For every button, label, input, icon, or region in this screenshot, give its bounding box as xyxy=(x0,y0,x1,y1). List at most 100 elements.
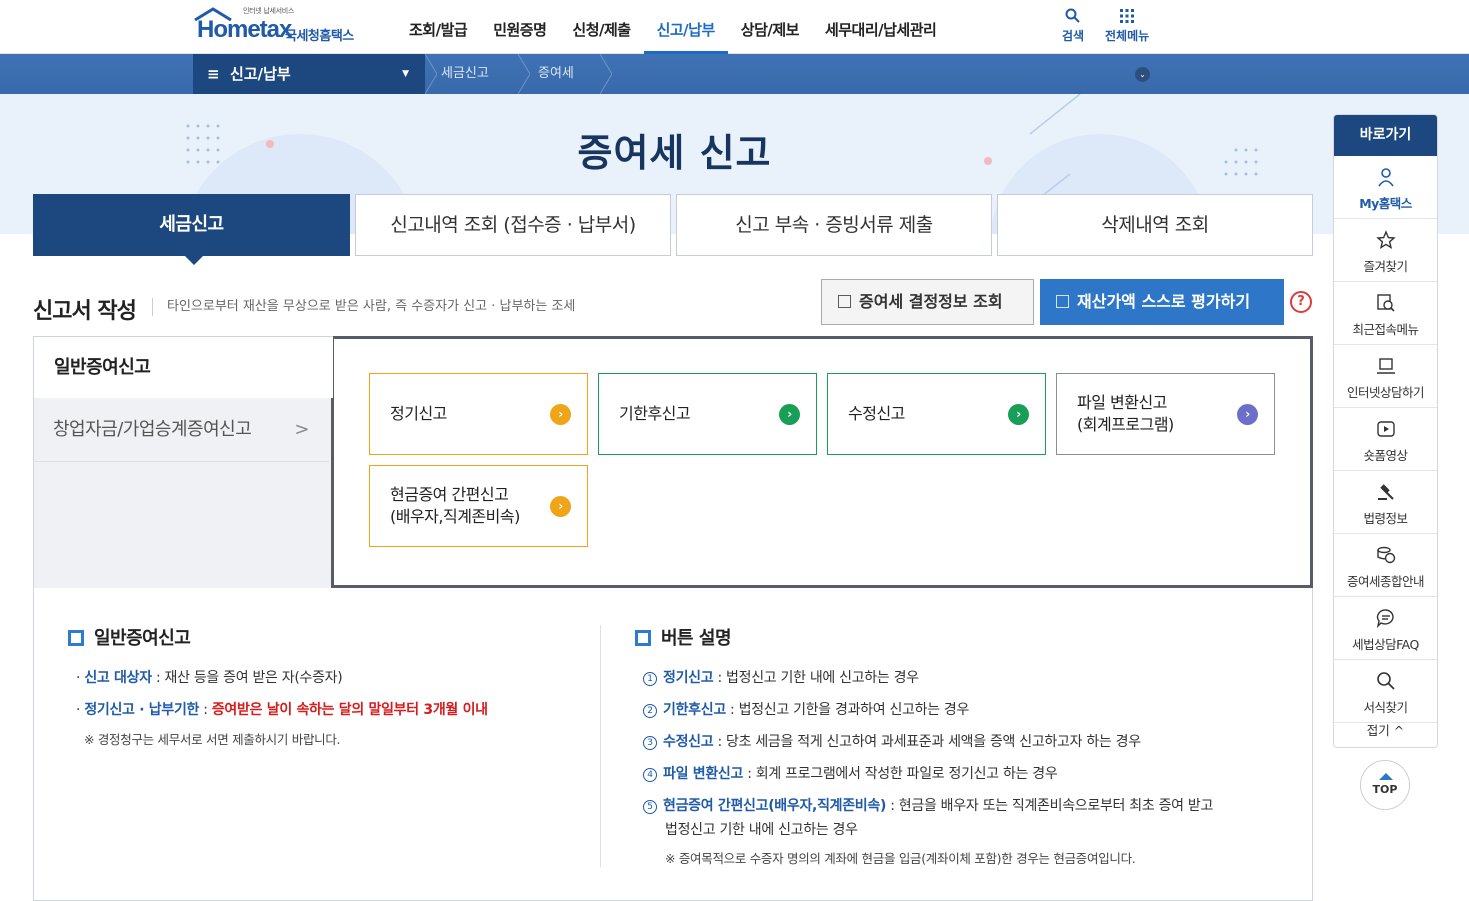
global-nav: 인터넷 납세서비스 Hometax 국세청홈택스 조회/발급 민원증명 신청/제… xyxy=(0,0,1469,54)
coins-icon xyxy=(1377,546,1396,564)
gnb-item-agent[interactable]: 세무대리/납세관리 xyxy=(812,0,949,54)
star-icon xyxy=(1376,230,1396,249)
quick-law-info[interactable]: 법령정보 xyxy=(1334,471,1437,534)
play-video-icon xyxy=(1377,421,1395,437)
button-label: 증여세 결정정보 조회 xyxy=(859,292,1003,311)
breadcrumb-item-tax-report[interactable]: 세금신고 xyxy=(441,54,489,94)
circled-number: 4 xyxy=(643,768,657,782)
button-desc-2: 2 기한후신고 : 법정신고 기한을 경과하여 신고하는 경우 xyxy=(643,699,969,719)
hamburger-icon: ≡ xyxy=(207,65,231,83)
quick-my-hometax[interactable]: My홈택스 xyxy=(1334,156,1437,219)
user-icon xyxy=(1378,168,1394,187)
self-evaluate-asset-button[interactable]: 재산가액 스스로 평가하기 xyxy=(1040,279,1284,325)
regular-report-button[interactable]: 정기신고 › xyxy=(369,373,588,455)
quick-gift-tax-guide[interactable]: 증여세종합안내 xyxy=(1334,534,1437,597)
section-description: 타인으로부터 재산을 무상으로 받은 사람, 즉 수증자가 신고 · 납부하는 … xyxy=(152,298,575,316)
button-label-line2: (회계프로그램) xyxy=(1077,415,1174,434)
info-title-text: 버튼 설명 xyxy=(661,628,732,649)
breadcrumb-item-gift-tax[interactable]: 증여세 xyxy=(538,54,574,94)
gnb-item-consult[interactable]: 상담/제보 xyxy=(728,0,812,54)
tab-deleted-history[interactable]: 삭제내역 조회 xyxy=(997,194,1313,256)
grid-menu-icon xyxy=(1120,9,1135,23)
button-label: 수정신고 xyxy=(848,404,905,423)
desc-value: : 회계 프로그램에서 작성한 파일로 정기신고 하는 경우 xyxy=(743,766,1058,782)
quick-online-consult[interactable]: 인터넷상담하기 xyxy=(1334,345,1437,408)
tab-report-history[interactable]: 신고내역 조회 (접수증 · 납부서) xyxy=(355,194,671,256)
location-bar: ≡ 신고/납부 ▼ 세금신고 증여세 ⌄ xyxy=(0,54,1469,94)
late-report-button[interactable]: 기한후신고 › xyxy=(598,373,817,455)
quick-label: 인터넷상담하기 xyxy=(1346,385,1425,400)
desc-value: : 법정신고 기한 내에 신고하는 경우 xyxy=(713,670,919,686)
tab-tax-report[interactable]: 세금신고 xyxy=(33,194,350,265)
cash-gift-simple-report-button[interactable]: 현금증여 간편신고 (배우자,직계존비속) › xyxy=(369,465,588,547)
hometax-logo[interactable]: 인터넷 납세서비스 Hometax 국세청홈택스 xyxy=(193,6,378,46)
section-title: 신고서 작성 xyxy=(33,299,137,324)
desc-key: 정기신고 xyxy=(663,670,714,686)
circled-number: 1 xyxy=(643,672,657,686)
tab-label: 세금신고 xyxy=(159,214,224,235)
gift-tax-decision-inquiry-button[interactable]: 증여세 결정정보 조회 xyxy=(821,279,1034,325)
arrow-right-icon: › xyxy=(550,496,571,517)
gnb-item-certificate[interactable]: 민원증명 xyxy=(480,0,559,54)
info-key: 정기신고 · 납부기한 xyxy=(84,702,200,718)
quick-label: My홈택스 xyxy=(1359,196,1412,211)
amended-report-button[interactable]: 수정신고 › xyxy=(827,373,1046,455)
nav-general-gift-report[interactable]: 일반증여신고 xyxy=(33,336,333,398)
desc-value: : 법정신고 기한을 경과하여 신고하는 경우 xyxy=(725,702,970,718)
cash-gift-note: ※ 증여목적으로 수증자 명의의 계좌에 현금을 입금(계좌이체 포함)한 경우… xyxy=(665,851,1136,866)
help-icon[interactable]: ? xyxy=(1290,291,1312,313)
logo-tagline: 인터넷 납세서비스 xyxy=(243,7,295,15)
arrow-right-icon: › xyxy=(1237,404,1258,425)
quick-favorites[interactable]: 즐겨찾기 xyxy=(1334,219,1437,282)
checkbox-icon xyxy=(838,295,851,308)
recent-search-icon xyxy=(1377,294,1395,312)
chevron-down-icon[interactable]: ⌄ xyxy=(1135,67,1150,82)
info-title-text: 일반증여신고 xyxy=(94,628,191,649)
breadcrumb-sep-icon xyxy=(425,54,437,94)
button-desc-3: 3 수정신고 : 당초 세금을 적게 신고하여 과세표준과 세액을 증액 신고하고… xyxy=(643,731,1141,751)
button-desc-1: 1 정기신고 : 법정신고 기한 내에 신고하는 경우 xyxy=(643,667,919,687)
lnb-current-menu[interactable]: ≡ 신고/납부 ▼ xyxy=(193,54,425,94)
breadcrumb-sep-icon xyxy=(518,54,530,94)
quick-label: 세법상담FAQ xyxy=(1352,637,1419,652)
scroll-top-button[interactable]: TOP xyxy=(1360,760,1410,810)
tab-bar: 세금신고 신고내역 조회 (접수증 · 납부서) 신고 부속 · 증빙서류 제출… xyxy=(33,194,1313,265)
search-label: 검색 xyxy=(1062,29,1085,43)
button-desc-5-cont: 법정신고 기한 내에 신고하는 경우 xyxy=(665,822,858,838)
arrow-right-icon: › xyxy=(550,404,571,425)
nav-startup-succession-report[interactable]: 창업자금/가업승계증여신고 > xyxy=(33,400,329,462)
button-label: 파일 변환신고 (회계프로그램) xyxy=(1077,374,1174,454)
quick-label: 최근접속메뉴 xyxy=(1352,322,1419,337)
circled-number: 2 xyxy=(643,704,657,718)
desc-key: 파일 변환신고 xyxy=(663,766,744,782)
circled-number: 5 xyxy=(643,800,657,814)
quick-tax-faq[interactable]: 세법상담FAQ xyxy=(1334,597,1437,660)
circled-number: 3 xyxy=(643,736,657,750)
gnb-item-inquiry[interactable]: 조회/발급 xyxy=(396,0,480,54)
gnb-item-application[interactable]: 신청/제출 xyxy=(559,0,643,54)
file-conversion-report-button[interactable]: 파일 변환신고 (회계프로그램) › xyxy=(1056,373,1275,455)
desc-key: 수정신고 xyxy=(663,734,714,750)
logo-org: 국세청홈택스 xyxy=(285,29,354,44)
tab-attachment-submit[interactable]: 신고 부속 · 증빙서류 제출 xyxy=(676,194,992,256)
nav-label: 창업자금/가업승계증여신고 xyxy=(53,419,252,440)
desc-key: 기한후신고 xyxy=(663,702,726,718)
quick-label: 숏폼영상 xyxy=(1363,448,1408,463)
quick-form-search[interactable]: 서식찾기 xyxy=(1334,660,1437,723)
quick-recent-menu[interactable]: 최근접속메뉴 xyxy=(1334,282,1437,345)
top-label: TOP xyxy=(1372,783,1398,796)
quick-shortform-video[interactable]: 숏폼영상 xyxy=(1334,408,1437,471)
gnb-allmenu-button[interactable]: 전체메뉴 xyxy=(1105,8,1149,44)
info-sep: : xyxy=(199,702,212,718)
quick-label: 즐겨찾기 xyxy=(1363,259,1408,274)
quick-label: 증여세종합안내 xyxy=(1346,574,1425,589)
gnb-item-filing[interactable]: 신고/납부 xyxy=(643,0,728,54)
quick-fold-button[interactable]: 접기 ^ xyxy=(1334,720,1437,739)
info-value: : 재산 등을 증여 받은 자(수증자) xyxy=(151,670,343,686)
gnb-search-button[interactable]: 검색 xyxy=(1062,8,1084,44)
button-label-line2: (배우자,직계존비속) xyxy=(390,507,520,526)
page-title: 증여세 신고 xyxy=(577,131,772,175)
info-note: ※ 경정청구는 세무서로 서면 제출하시기 바랍니다. xyxy=(84,732,341,747)
arrow-right-icon: › xyxy=(1008,404,1029,425)
tab-active-arrow xyxy=(184,255,204,265)
